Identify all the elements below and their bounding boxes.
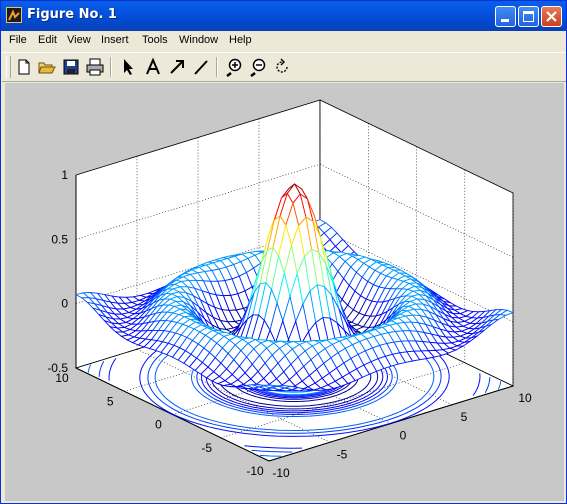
matlab-icon [6,7,22,23]
toolbar [2,52,566,82]
menu-window[interactable]: Window [179,34,218,46]
text-a-icon [146,57,160,75]
select-arrow-button[interactable] [118,57,138,77]
y-tick-label: 10 [55,371,69,385]
menu-file[interactable]: File [9,34,27,46]
zoom-in-button[interactable] [224,57,244,77]
maximize-icon [523,11,534,22]
y-tick-label: 5 [107,394,114,408]
title-bar[interactable]: Figure No. 1 [1,1,566,31]
cursor-arrow-icon [124,59,133,75]
window-title: Figure No. 1 [27,7,117,22]
zoom-out-button[interactable] [248,57,268,77]
x-tick-label: 0 [400,429,407,443]
insert-line-button[interactable] [191,57,211,77]
figure-canvas[interactable]: 1 0.5 0 -0.5 10 5 0 -5 -10 -10 -5 0 5 10 [5,83,564,501]
open-folder-icon [38,62,56,74]
x-tick-label: 10 [518,391,532,405]
floppy-disk-icon [63,59,79,75]
open-file-button[interactable] [37,57,57,77]
y-tick-label: 0 [155,418,162,432]
zoom-in-icon [226,58,242,77]
y-tick-label: -5 [201,441,212,455]
menu-bar: File Edit View Insert Tools Window Help [2,31,566,51]
minimize-button[interactable] [495,6,516,27]
maximize-button[interactable] [518,6,539,27]
new-figure-button[interactable] [14,57,34,77]
zoom-out-icon [250,58,266,77]
surface-plot[interactable]: 10.50-0.51050-5-10 -10-50510 [5,83,564,501]
rotate-3d-button[interactable] [272,57,292,77]
menu-insert[interactable]: Insert [101,34,129,46]
insert-arrow-button[interactable] [167,57,187,77]
toolbar-separator [216,57,218,77]
figure-window: Figure No. 1 File Edit View Insert Tools… [0,0,567,504]
print-button[interactable] [85,57,105,77]
arrow-icon [170,60,184,74]
x-tick-label: -10 [272,466,290,480]
rotate-3d-icon [276,58,288,73]
x-tick-label: -5 [337,447,348,461]
insert-text-button[interactable] [143,57,163,77]
new-document-icon [18,59,30,75]
menu-view[interactable]: View [67,34,91,46]
close-button[interactable] [541,6,562,27]
menu-tools[interactable]: Tools [142,34,168,46]
y-tick-label: -10 [246,464,264,478]
menu-help[interactable]: Help [229,34,252,46]
close-icon [546,11,557,22]
minimize-icon [501,19,509,22]
toolbar-grip[interactable] [6,56,11,78]
z-tick-label: 1 [61,168,68,182]
save-button[interactable] [61,57,81,77]
z-tick-label: 0.5 [51,232,68,246]
x-tick-label: 5 [461,410,468,424]
z-tick-label: 0 [61,297,68,311]
menu-edit[interactable]: Edit [38,34,57,46]
line-icon [194,60,208,75]
printer-icon [86,58,104,76]
toolbar-separator [110,57,112,77]
